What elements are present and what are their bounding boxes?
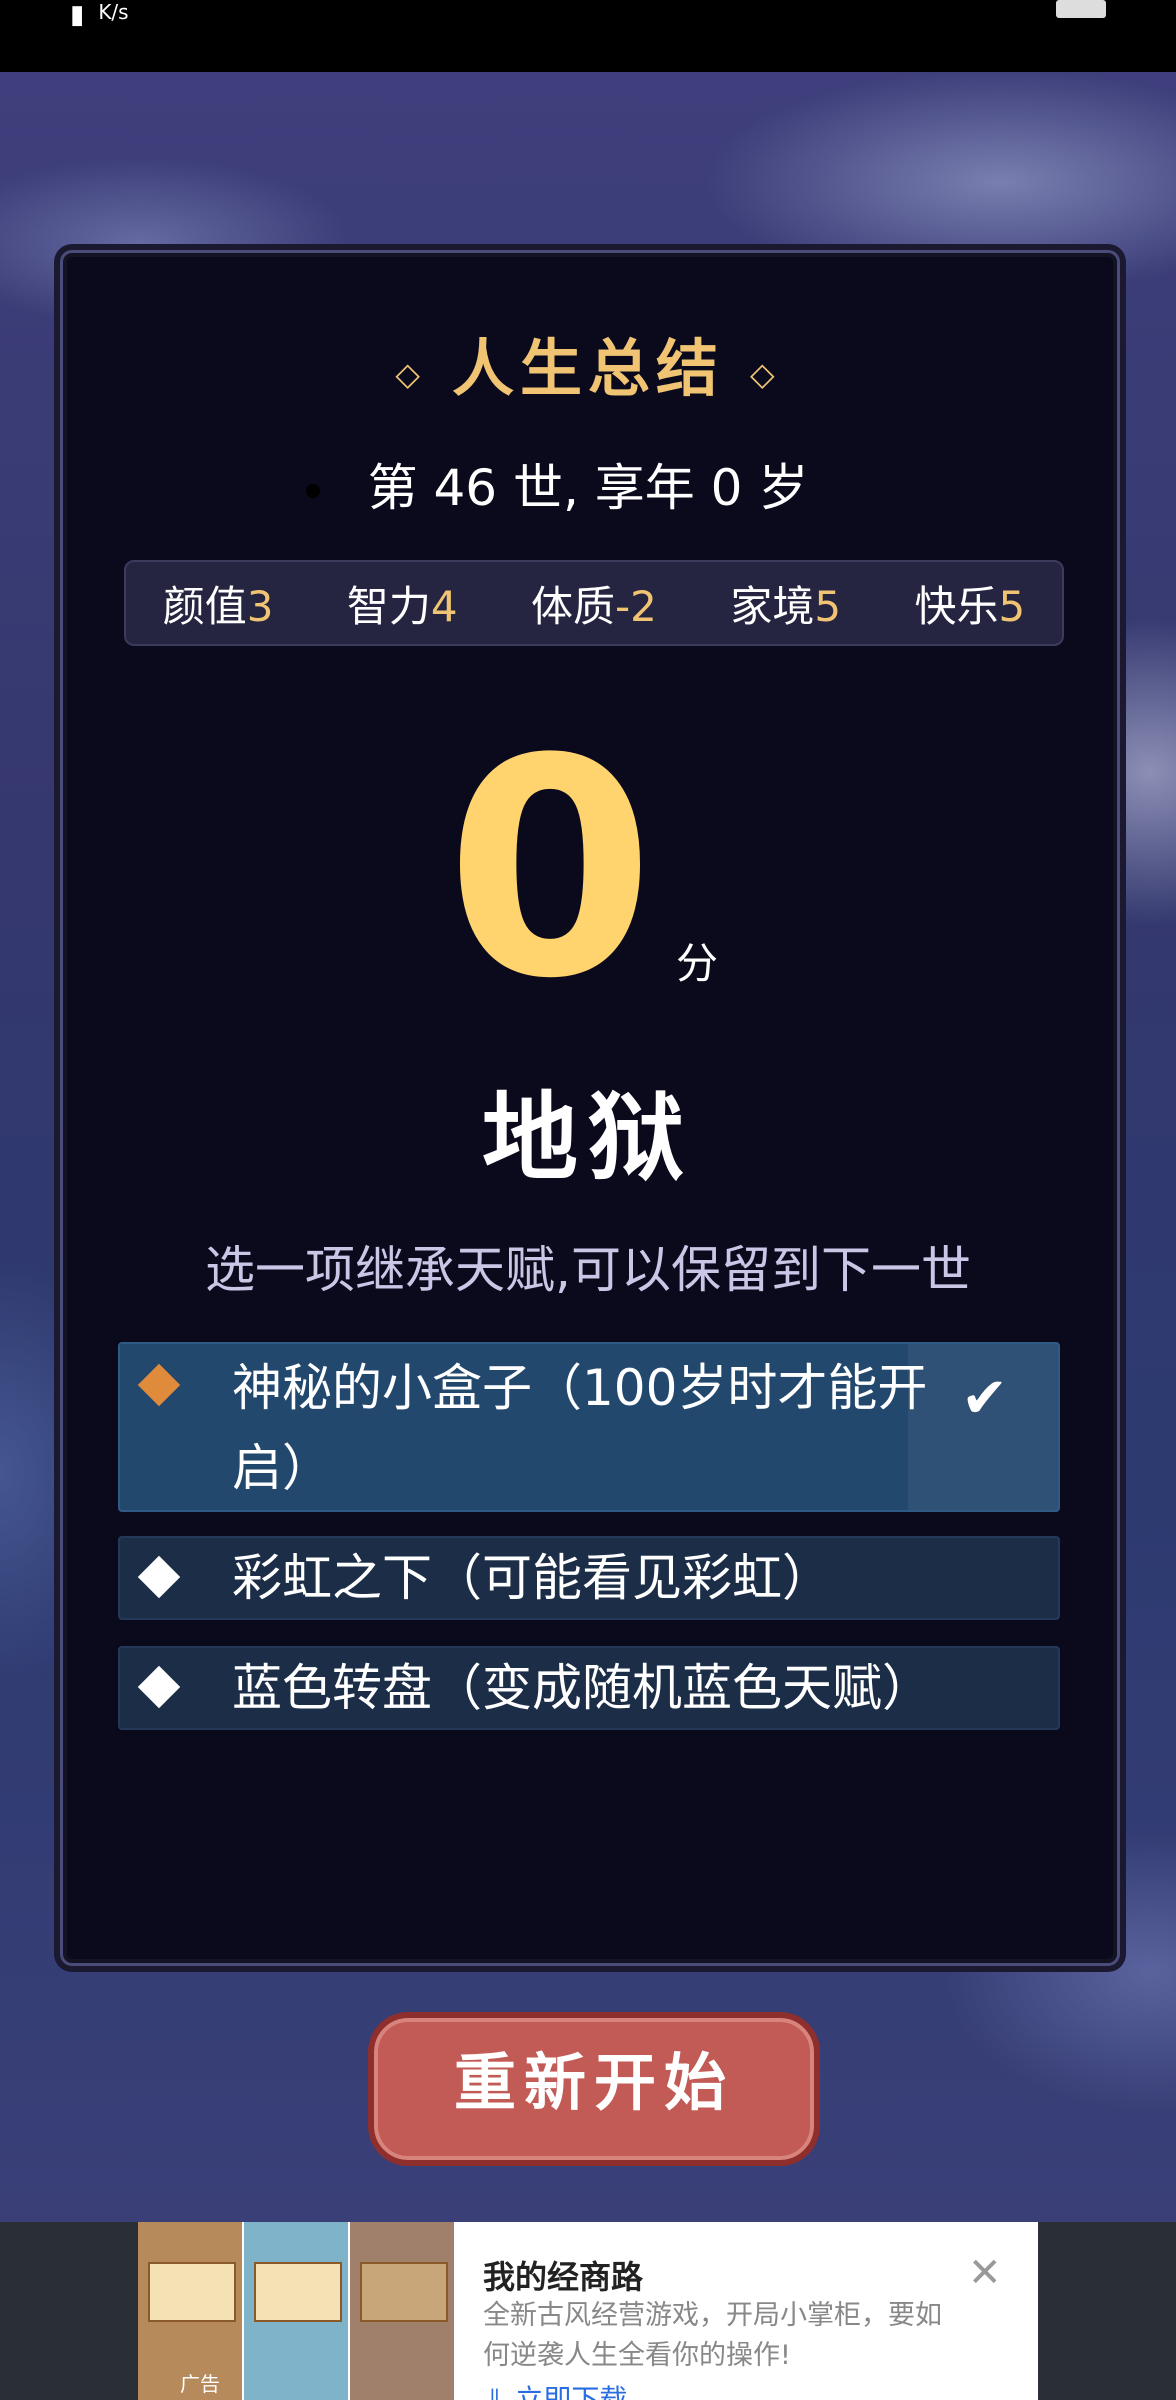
attribute-bar: 颜值3 智力4 体质-2 家境5 快乐5 [124, 560, 1064, 646]
diamond-icon [137, 1555, 181, 1599]
score-value: 0 [445, 695, 655, 1044]
talent-option[interactable]: 神秘的小盒子（100岁时才能开启） ✔ [118, 1342, 1060, 1512]
attr-constitution: 体质-2 [531, 581, 657, 631]
talent-option[interactable]: 蓝色转盘（变成随机蓝色天赋） [118, 1646, 1060, 1730]
attr-appearance: 颜值3 [162, 581, 274, 631]
restart-button[interactable]: 重新开始 [368, 2012, 820, 2166]
score-unit: 分 [676, 939, 719, 988]
attr-family: 家境5 [730, 581, 842, 631]
ad-download-button[interactable]: ⇓ 立即下载 [483, 2378, 627, 2400]
talent-option-label: 神秘的小盒子（100岁时才能开启） [232, 1359, 928, 1497]
score-grade: 地狱 [482, 1081, 694, 1194]
ad-image [244, 2222, 348, 2400]
talent-option-label: 彩虹之下（可能看见彩虹） [232, 1549, 832, 1607]
close-icon[interactable]: ✕ [968, 2250, 1002, 2296]
talent-option-label: 蓝色转盘（变成随机蓝色天赋） [232, 1659, 932, 1717]
ad-banner[interactable]: 广告 我的经商路 全新古风经营游戏，开局小掌柜，要如何逆袭人生全看你的操作! ⇓… [0, 2222, 1176, 2400]
diamond-ornament-icon: ◇ [750, 355, 781, 393]
diamond-icon [137, 1665, 181, 1709]
attr-intelligence: 智力4 [346, 581, 458, 631]
ad-description: 全新古风经营游戏，开局小掌柜，要如何逆袭人生全看你的操作! [483, 2300, 942, 2371]
inherit-prompt: 选一项继承天赋,可以保留到下一世 [205, 1241, 971, 1299]
checkmark-icon: ✔ [961, 1366, 1008, 1431]
status-bar: ▮ K/s [0, 0, 1176, 72]
ad-label: 广告 [180, 2372, 220, 2396]
attr-happiness: 快乐5 [914, 581, 1026, 631]
orange-diamond-icon [137, 1363, 181, 1407]
battery-icon [1056, 0, 1106, 18]
diamond-ornament-icon: ◇ [395, 355, 426, 393]
ad-image [350, 2222, 454, 2400]
life-line: 第 46 世, 享年 0 岁 [367, 459, 809, 517]
talent-option[interactable]: 彩虹之下（可能看见彩虹） [118, 1536, 1060, 1620]
ad-title: 我的经商路 [483, 2258, 644, 2296]
summary-title: ◇ 人生总结 ◇ [395, 332, 781, 405]
signal-icon: ▮ [70, 0, 85, 30]
ad-card[interactable]: 广告 我的经商路 全新古风经营游戏，开局小掌柜，要如何逆袭人生全看你的操作! ⇓… [138, 2222, 1038, 2400]
network-speed: K/s [98, 0, 129, 24]
